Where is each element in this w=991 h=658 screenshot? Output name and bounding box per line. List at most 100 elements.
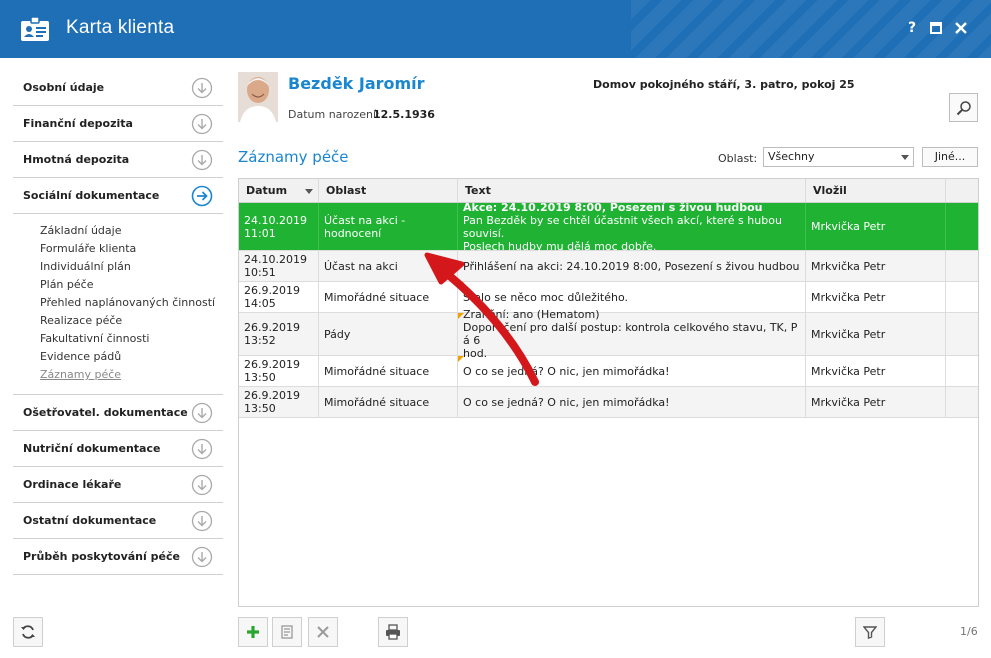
sidebar-item-label: Nutriční dokumentace (23, 442, 161, 455)
record-author: Mrkvička Petr (811, 220, 886, 233)
cell-author: Mrkvička Petr (806, 387, 946, 417)
table-row[interactable]: 26.9.2019 13:50 Mimořádné situace O co se j… (239, 387, 978, 418)
edit-record-button[interactable] (272, 617, 302, 647)
cell-area: Mimořádné situace (319, 282, 458, 312)
sidebar-item-prubeh-poskytovani-pece[interactable]: Průběh poskytování péče (13, 539, 223, 575)
area-filter-value: Všechny (768, 150, 815, 163)
close-button[interactable] (951, 18, 971, 38)
sidebar-item-ordinace-lekare[interactable]: Ordinace lékaře (13, 467, 223, 503)
area-filter-select[interactable]: Všechny (763, 147, 914, 167)
record-text-line: Stalo se něco moc důležitého. (463, 290, 629, 304)
sidebar-item-label: Hmotná depozita (23, 153, 130, 166)
cell-author: Mrkvička Petr (806, 203, 946, 250)
column-header-area[interactable]: Oblast (319, 179, 458, 202)
column-header-date[interactable]: Datum (239, 179, 319, 202)
record-area: Mimořádné situace (324, 395, 430, 409)
search-icon (956, 100, 971, 115)
sidebar-item-osobni-udaje[interactable]: Osobní údaje (13, 70, 223, 106)
sidebar-subitem-zakladni-udaje[interactable]: Základní údaje (13, 222, 223, 240)
dob-label: Datum narození: (288, 108, 380, 121)
cell-area: Účast na akci (319, 251, 458, 281)
column-header-label: Oblast (326, 184, 367, 197)
cell-text: Přihlášení na akci: 24.10.2019 8:00, Pos… (458, 251, 806, 281)
sidebar-item-socialni-dokumentace[interactable]: Sociální dokumentace (13, 178, 223, 214)
maximize-button[interactable] (926, 18, 946, 38)
cell-area: Mimořádné situace (319, 356, 458, 386)
client-photo (238, 72, 278, 122)
sidebar: Osobní údaje Finanční depozita Hmotná depo… (13, 70, 223, 575)
sidebar-item-label: Průběh poskytování péče (23, 550, 180, 563)
record-time: 11:01 (244, 226, 276, 240)
record-time: 14:05 (244, 297, 276, 310)
title-bar: Karta klienta ? (0, 0, 991, 58)
sidebar-subitem-plan-pece[interactable]: Plán péče (13, 276, 223, 294)
edit-document-icon (281, 625, 293, 639)
refresh-button[interactable] (13, 617, 43, 647)
sidebar-subitem-fakultativni-cinnosti[interactable]: Fakultativní činnosti (13, 330, 223, 348)
cell-text: Akce: 24.10.2019 8:00, Posezení s živou … (458, 200, 806, 253)
record-date: 26.9.2019 (244, 389, 300, 402)
record-text-line: Přihlášení na akci: 24.10.2019 8:00, Pos… (463, 259, 800, 273)
chevron-down-icon (191, 77, 213, 99)
sidebar-item-ostatni-dokumentace[interactable]: Ostatní dokumentace (13, 503, 223, 539)
sidebar-item-financni-depozita[interactable]: Finanční depozita (13, 106, 223, 142)
table-row[interactable]: 26.9.2019 13:52 Pády Zranění: ano (Hematom)… (239, 308, 978, 360)
sidebar-subitems: Základní údaje Formuláře klienta Individuá… (13, 214, 223, 395)
record-time: 13:50 (244, 402, 276, 415)
sidebar-item-osetrovatel-dokumentace[interactable]: Ošetřovatel. dokumentace (13, 395, 223, 431)
table-row[interactable]: 26.9.2019 13:50 Mimořádné situace O co se j… (239, 356, 978, 387)
sidebar-subitem-realizace-pece[interactable]: Realizace péče (13, 312, 223, 330)
record-author: Mrkvička Petr (811, 364, 886, 378)
filter-button[interactable] (855, 617, 885, 647)
delete-record-button[interactable] (308, 617, 338, 647)
cell-author: Mrkvička Petr (806, 313, 946, 355)
client-name: Bezděk Jaromír (288, 74, 425, 93)
cell-date: 24.10.2019 10:51 (239, 251, 319, 281)
cell-extra (946, 313, 978, 355)
cell-author: Mrkvička Petr (806, 356, 946, 386)
add-record-button[interactable] (238, 617, 268, 647)
chevron-down-icon (191, 149, 213, 171)
record-area: Účast na akci (324, 259, 398, 273)
sidebar-item-nutricni-dokumentace[interactable]: Nutriční dokumentace (13, 431, 223, 467)
chevron-down-icon (191, 546, 213, 568)
client-card-icon (21, 16, 49, 41)
note-flag-icon (458, 313, 464, 319)
record-date: 26.9.2019 (244, 321, 300, 334)
sidebar-subitem-prehled-naplanovanych-cinnosti[interactable]: Přehled naplánovaných činností (13, 294, 223, 312)
note-flag-icon (458, 356, 464, 362)
record-author: Mrkvička Petr (811, 395, 886, 409)
print-button[interactable] (378, 617, 408, 647)
sidebar-subitem-formulare-klienta[interactable]: Formuláře klienta (13, 240, 223, 258)
sidebar-item-label: Sociální dokumentace (23, 189, 160, 202)
cell-extra (946, 203, 978, 250)
help-button[interactable]: ? (902, 18, 922, 38)
cell-extra (946, 282, 978, 312)
column-header-author[interactable]: Vložil (806, 179, 946, 202)
cell-area: Účast na akci - hodnocení (319, 203, 458, 250)
table-row[interactable]: 24.10.2019 10:51 Účast na akci Přihlášení n… (239, 251, 978, 282)
table-header: Datum Oblast Text Vložil (239, 179, 978, 203)
search-button[interactable] (949, 93, 978, 122)
chevron-down-icon (191, 402, 213, 424)
sidebar-subitem-zaznamy-pece[interactable]: Záznamy péče (13, 366, 223, 384)
sidebar-item-label: Ostatní dokumentace (23, 514, 157, 527)
sidebar-item-label: Finanční depozita (23, 117, 133, 130)
other-button[interactable]: Jiné... (922, 147, 978, 167)
maximize-icon (930, 22, 942, 34)
dob-value: 12.5.1936 (373, 108, 435, 121)
sidebar-item-hmotna-depozita[interactable]: Hmotná depozita (13, 142, 223, 178)
column-header-text[interactable]: Text (458, 179, 806, 202)
table-row[interactable]: 24.10.2019 11:01 Účast na akci - hodnocení… (239, 200, 978, 253)
column-header-extra (946, 179, 978, 202)
record-area: Mimořádné situace (324, 364, 430, 378)
record-date: 26.9.2019 (244, 284, 300, 297)
sidebar-subitem-individualni-plan[interactable]: Individuální plán (13, 258, 223, 276)
sidebar-subitem-evidence-padu[interactable]: Evidence pádů (13, 348, 223, 366)
chevron-down-icon (191, 113, 213, 135)
chevron-down-icon (191, 438, 213, 460)
record-time: 13:52 (244, 334, 276, 347)
record-date: 24.10.2019 (244, 213, 307, 227)
records-table: Datum Oblast Text Vložil 24.10.2019 11:01… (238, 178, 979, 607)
record-text-title: Akce: 24.10.2019 8:00, Posezení s živou … (463, 200, 763, 214)
